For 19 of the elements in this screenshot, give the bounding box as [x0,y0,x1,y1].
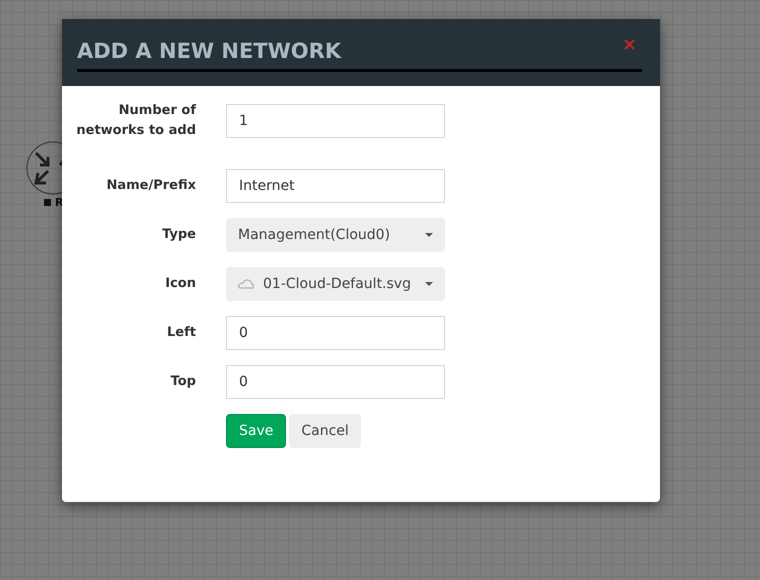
text-field[interactable]: 0 [226,316,445,350]
node-status-icon [44,199,51,206]
field-label: Type [161,226,196,244]
text-field[interactable]: 1 [226,104,445,138]
node-label: R [55,197,64,208]
caret-icon [425,233,433,237]
close-icon[interactable] [624,39,635,50]
dialog-title: ADD A NEW NETWORK [77,35,642,72]
caret-icon [425,282,433,286]
dropdown[interactable]: Management(Cloud0) [226,218,445,252]
dropdown[interactable]: 01-Cloud-Default.svg [226,267,445,301]
field-label: Top [170,373,196,391]
field-label: Left [166,324,196,342]
text-field[interactable]: Internet [226,169,445,203]
cancel-button[interactable]: Cancel [289,414,361,448]
text-field[interactable]: 0 [226,365,445,399]
field-label: Icon [164,275,196,293]
field-label: Name/Prefix [105,177,196,195]
field-label: Number of networks to add [75,102,196,140]
